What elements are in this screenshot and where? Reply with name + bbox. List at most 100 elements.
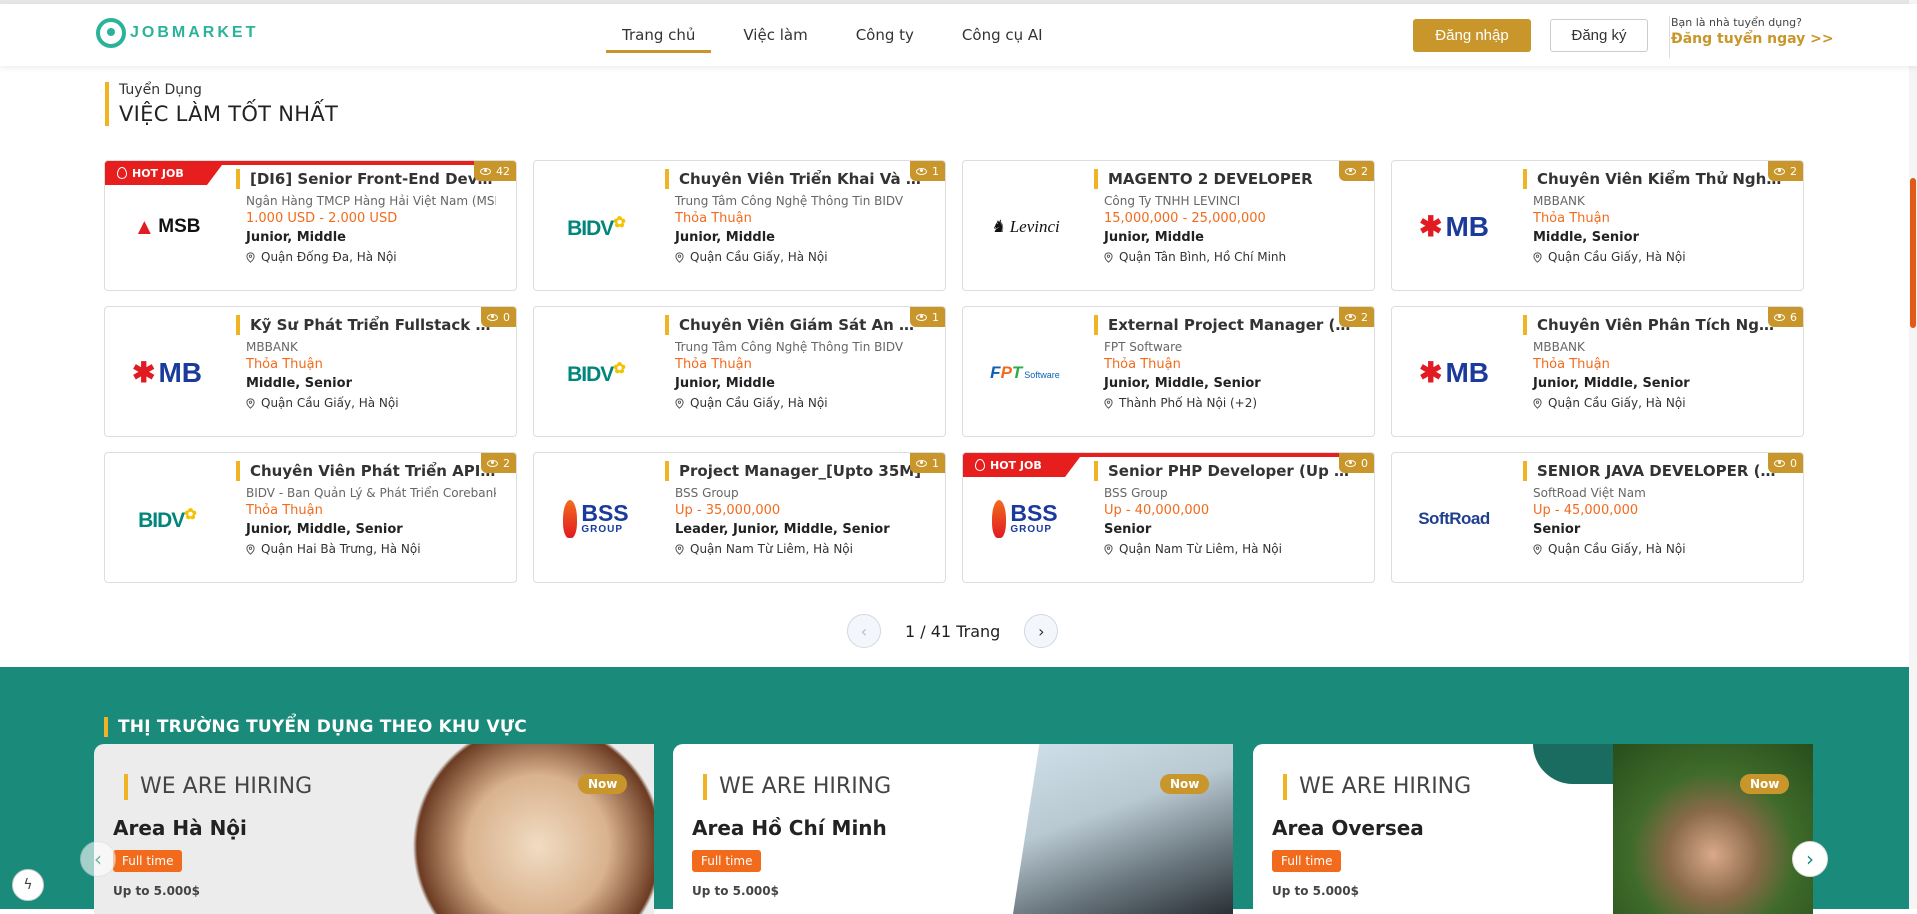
salary-upto: Up to 5.000$ xyxy=(1272,884,1359,898)
job-card[interactable]: SoftRoad SENIOR JAVA DEVELOPER (~45M) So… xyxy=(1391,452,1804,583)
next-page-button[interactable]: › xyxy=(1024,614,1059,648)
lightning-icon[interactable]: ϟ xyxy=(12,869,44,901)
now-badge: Now xyxy=(1160,774,1210,794)
salary: 15,000,000 - 25,000,000 xyxy=(1104,211,1266,226)
region-card-oversea[interactable]: WE ARE HIRING Area Oversea Full time Up … xyxy=(1253,744,1813,914)
job-location: Quận Cầu Giấy, Hà Nội xyxy=(1523,396,1783,410)
company-name: MBBANK xyxy=(1533,194,1585,208)
salary: Thỏa Thuận xyxy=(675,211,752,226)
company-name: MBBANK xyxy=(246,340,298,354)
job-title[interactable]: Kỹ Sư Phát Triển Fullstack - Java xyxy=(236,315,496,335)
company-logo[interactable]: BIDV✿ xyxy=(534,161,658,290)
job-card[interactable]: BSS GROUP Project Manager_[Upto 35M] BSS … xyxy=(533,452,946,583)
eye-icon xyxy=(1345,459,1356,467)
job-location: Quận Tân Bình, Hồ Chí Minh xyxy=(1094,250,1354,264)
location-pin-icon xyxy=(246,543,255,555)
job-card[interactable]: HOT JOB▲MSB [DI6] Senior Front-End Devel… xyxy=(104,160,517,291)
job-card[interactable]: FPTSoftware External Project Manager (JL… xyxy=(962,306,1375,437)
eye-icon xyxy=(916,313,927,321)
job-title[interactable]: Chuyên Viên Kiểm Thử Nghiệp Vụ xyxy=(1523,169,1783,189)
now-badge: Now xyxy=(578,774,628,794)
job-location: Quận Nam Từ Liêm, Hà Nội xyxy=(665,542,925,556)
job-title[interactable]: Chuyên Viên Phân Tích Nghiệp Vụ xyxy=(1523,315,1783,335)
job-title[interactable]: Chuyên Viên Giám Sát An Ninh Mạng xyxy=(665,315,925,335)
company-logo[interactable]: SoftRoad xyxy=(1392,453,1516,582)
job-card[interactable]: HOT JOB BSS GROUP Senior PHP Developer (Up… xyxy=(962,452,1375,583)
region-card-hcm[interactable]: WE ARE HIRING Area Hồ Chí Minh Full time… xyxy=(673,744,1233,914)
nav-ai-tools[interactable]: Công cụ AI xyxy=(938,4,1067,66)
company-logo[interactable]: ✱ MB xyxy=(1392,161,1516,290)
job-title[interactable]: Senior PHP Developer (Up To 40M) xyxy=(1094,461,1354,481)
salary: Thỏa Thuận xyxy=(1533,211,1610,226)
company-logo[interactable]: ✱ MB xyxy=(105,307,229,436)
company-logo[interactable]: ✱ MB xyxy=(1392,307,1516,436)
company-logo[interactable]: BIDV✿ xyxy=(534,307,658,436)
mb-logo: ✱ MB xyxy=(1418,210,1489,243)
job-location: Quận Hai Bà Trưng, Hà Nội xyxy=(236,542,496,556)
company-logo[interactable]: ▲ MSB xyxy=(105,161,229,290)
job-grid: HOT JOB▲MSB [DI6] Senior Front-End Devel… xyxy=(104,160,1804,583)
company-logo[interactable]: BSS GROUP xyxy=(963,453,1087,582)
job-title[interactable]: [DI6] Senior Front-End Developer xyxy=(236,169,496,189)
location-pin-icon xyxy=(1104,397,1113,409)
bidv-logo: BIDV✿ xyxy=(567,359,626,386)
post-job-link[interactable]: Đăng tuyển ngay >> xyxy=(1671,31,1834,47)
eye-icon xyxy=(487,459,498,467)
company-logo[interactable]: ♞ Levinci xyxy=(963,161,1087,290)
job-title[interactable]: Chuyên Viên Phát Triển API Gateway xyxy=(236,461,496,481)
company-name: MBBANK xyxy=(1533,340,1585,354)
job-card[interactable]: BIDV✿ Chuyên Viên Giám Sát An Ninh Mạng … xyxy=(533,306,946,437)
salary: Up - 40,000,000 xyxy=(1104,503,1210,518)
company-name: BSS Group xyxy=(1104,486,1168,500)
site-header: JOBMARKET Trang chủ Việc làm Công ty Côn… xyxy=(0,4,1917,66)
location-pin-icon xyxy=(675,543,684,555)
login-button[interactable]: Đăng nhập xyxy=(1413,19,1531,52)
nav-jobs[interactable]: Việc làm xyxy=(719,4,831,66)
carousel-next-button[interactable]: › xyxy=(1792,841,1828,877)
eye-icon xyxy=(1345,167,1356,175)
job-title[interactable]: MAGENTO 2 DEVELOPER xyxy=(1094,169,1354,189)
section-title: VIỆC LÀM TỐT NHẤT xyxy=(119,102,339,126)
register-button[interactable]: Đăng ký xyxy=(1550,19,1648,52)
company-logo[interactable]: BSS GROUP xyxy=(534,453,658,582)
eye-icon xyxy=(916,167,927,175)
job-title[interactable]: Chuyên Viên Triển Khai Và Phát Triển xyxy=(665,169,925,189)
nav-home[interactable]: Trang chủ xyxy=(598,4,719,66)
job-card[interactable]: ✱MB Chuyên Viên Phân Tích Nghiệp Vụ MBBA… xyxy=(1391,306,1804,437)
scrollbar-thumb[interactable] xyxy=(1910,178,1916,328)
view-count-badge: 2 xyxy=(1339,161,1374,181)
view-count-badge: 2 xyxy=(481,453,516,473)
view-count-badge: 0 xyxy=(481,307,516,327)
view-count-badge: 2 xyxy=(1339,307,1374,327)
job-card[interactable]: BIDV✿ Chuyên Viên Phát Triển API Gateway… xyxy=(104,452,517,583)
salary: Up - 45,000,000 xyxy=(1533,503,1639,518)
fpt-logo: FPT Software xyxy=(990,362,1060,382)
job-type-badge: Full time xyxy=(692,850,762,872)
job-card[interactable]: ✱ MB Kỹ Sư Phát Triển Fullstack - Java MB… xyxy=(104,306,517,437)
salary: Up - 35,000,000 xyxy=(675,503,781,518)
view-count-badge: 0 xyxy=(1339,453,1374,473)
region-photo xyxy=(1013,744,1233,914)
job-card[interactable]: ♞ Levinci MAGENTO 2 DEVELOPER Công Ty TN… xyxy=(962,160,1375,291)
scrollbar[interactable] xyxy=(1909,0,1917,909)
prev-page-button[interactable]: ‹ xyxy=(847,614,881,648)
job-level: Junior, Middle xyxy=(675,230,775,245)
company-logo[interactable]: FPT Software xyxy=(963,307,1087,436)
eye-icon xyxy=(916,459,927,467)
region-card-hanoi[interactable]: WE ARE HIRING Area Hà Nội Full time Up t… xyxy=(94,744,654,914)
company-logo[interactable]: BIDV✿ xyxy=(105,453,229,582)
carousel-prev-button[interactable]: ‹ xyxy=(80,841,116,877)
company-name: Trung Tâm Công Nghệ Thông Tin BIDV xyxy=(675,194,904,208)
page-indicator: 1 / 41 Trang xyxy=(905,621,1001,641)
job-card[interactable]: ✱MB Chuyên Viên Kiểm Thử Nghiệp Vụ MBBAN… xyxy=(1391,160,1804,291)
nav-companies[interactable]: Công ty xyxy=(832,4,938,66)
job-level: Junior, Middle, Senior xyxy=(246,522,403,537)
job-card[interactable]: BIDV✿ Chuyên Viên Triển Khai Và Phát Tri… xyxy=(533,160,946,291)
job-level: Senior xyxy=(1533,522,1581,537)
site-logo[interactable]: JOBMARKET xyxy=(96,18,258,48)
job-title[interactable]: SENIOR JAVA DEVELOPER (~45M) xyxy=(1523,461,1783,481)
job-level: Leader, Junior, Middle, Senior xyxy=(675,522,890,537)
job-title[interactable]: Project Manager_[Upto 35M] xyxy=(665,461,925,481)
job-title[interactable]: External Project Manager (JLPT N2) xyxy=(1094,315,1354,335)
view-count-badge: 0 xyxy=(1768,453,1803,473)
